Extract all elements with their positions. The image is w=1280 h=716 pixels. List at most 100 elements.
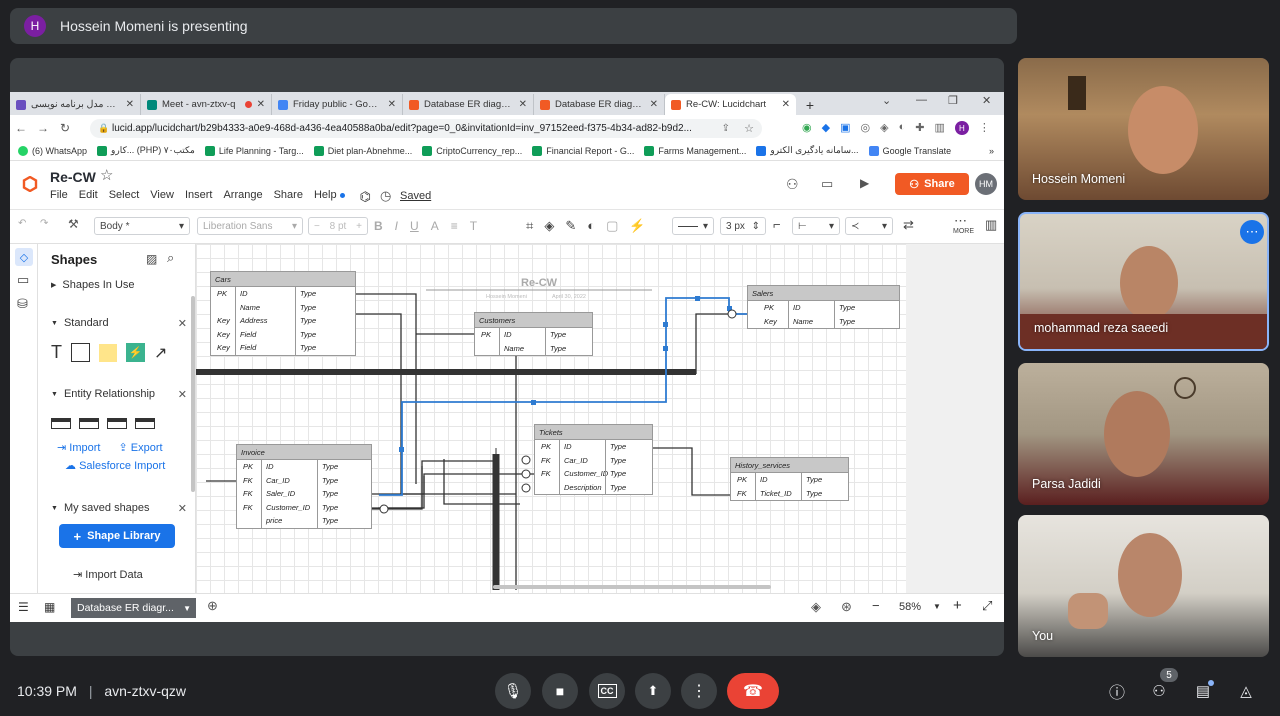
profile-avatar[interactable]: H xyxy=(954,121,969,135)
more-bookmarks-icon[interactable]: » xyxy=(989,146,994,156)
participant-tile-mohammad[interactable]: ⋯ mohammad reza saeedi xyxy=(1018,212,1269,351)
people-button[interactable]: ⚇ xyxy=(1148,680,1170,702)
user-avatar[interactable]: HM xyxy=(975,173,997,195)
saved-status[interactable]: Saved xyxy=(400,190,431,202)
text-options-icon[interactable]: T xyxy=(470,219,477,233)
sidepanel-icon[interactable]: ▥ xyxy=(934,121,944,135)
line-shape-icon[interactable]: ⌐ xyxy=(773,217,781,232)
font-size-stepper[interactable]: −8 pt + xyxy=(308,217,368,235)
close-icon[interactable]: ✕ xyxy=(782,99,790,110)
browser-tab-er-1[interactable]: Database ER diagram ✕ xyxy=(403,94,534,115)
entity-history-services[interactable]: History_services PK ID Type FK Ticket_ID Typ… xyxy=(730,457,849,502)
extension-icon[interactable]: ▣ xyxy=(840,121,850,135)
italic-icon[interactable]: I xyxy=(395,219,398,233)
share-page-icon[interactable]: ⇪ xyxy=(722,123,730,134)
rectangle-shape-icon[interactable] xyxy=(71,343,90,362)
bold-icon[interactable]: B xyxy=(374,219,383,233)
arrow-line-icon[interactable]: ↗ xyxy=(154,343,167,363)
data-icon[interactable]: ⛁ xyxy=(17,296,28,312)
collaborators-icon[interactable]: ⚇ xyxy=(786,176,799,193)
bookmark-item[interactable]: Financial Report - G... xyxy=(532,145,634,156)
participant-tile-you[interactable]: You xyxy=(1018,515,1269,657)
shadow-icon[interactable]: ▢ xyxy=(606,218,618,234)
swap-icon[interactable]: ⇄ xyxy=(903,217,914,233)
text-style-select[interactable]: Body * ▾ xyxy=(94,217,190,235)
bookmark-star-icon[interactable]: ☆ xyxy=(744,122,754,135)
crop-icon[interactable]: ⌗ xyxy=(526,218,533,234)
lucid-logo-icon[interactable] xyxy=(22,176,38,192)
import-link[interactable]: ⇥ Import xyxy=(57,441,100,454)
text-shape-icon[interactable]: T xyxy=(51,342,62,363)
browser-tab-er-2[interactable]: Database ER diagram ✕ xyxy=(534,94,665,115)
microphone-button[interactable]: 🎙 xyxy=(495,673,531,709)
er-entity-shape-icon[interactable] xyxy=(135,418,155,429)
underline-icon[interactable]: U xyxy=(410,219,419,233)
line-start-select[interactable]: ⊢ ▾ xyxy=(792,217,840,235)
zoom-in-icon[interactable]: + xyxy=(953,597,962,614)
navigate-icon[interactable]: ⊛ xyxy=(841,599,852,615)
line-style-select[interactable]: ▾ xyxy=(672,217,714,235)
standard-section[interactable]: ▼ Standard xyxy=(51,317,109,329)
import-data-button[interactable]: ⇥ Import Data xyxy=(73,568,143,581)
shape-library-button[interactable]: + Shape Library xyxy=(59,524,175,548)
present-now-button[interactable]: ⬆ xyxy=(635,673,671,709)
star-icon[interactable]: ☆ xyxy=(100,166,113,184)
menu-share[interactable]: Share xyxy=(274,189,303,205)
meeting-details-button[interactable]: ⓘ xyxy=(1106,680,1128,702)
back-icon[interactable]: ← xyxy=(10,121,32,135)
entity-tickets[interactable]: Tickets PK ID Type FK Car_ID Type FK Customer… xyxy=(534,424,653,496)
pages-icon[interactable]: ▭ xyxy=(17,272,29,288)
close-icon[interactable]: ✕ xyxy=(178,388,187,401)
canvas-horizontal-scrollbar[interactable] xyxy=(493,585,771,589)
line-width-select[interactable]: 3 px ⇕ xyxy=(720,217,766,235)
diagram-subtitle-author[interactable]: Hossein Momeni xyxy=(486,294,527,300)
page-grid-icon[interactable]: ▦ xyxy=(44,600,55,614)
captions-button[interactable]: CC xyxy=(589,673,625,709)
panel-scrollbar[interactable] xyxy=(191,296,195,492)
bookmark-item[interactable]: Farms Management... xyxy=(644,145,746,156)
bookmark-item[interactable]: Google Translate xyxy=(868,145,951,156)
feature-find-icon[interactable]: ⌬ xyxy=(360,189,371,205)
opacity-icon[interactable]: ◐ xyxy=(587,218,595,234)
activities-button[interactable]: ◬ xyxy=(1235,680,1257,702)
bookmark-item[interactable]: Life Planning - Targ... xyxy=(204,145,304,156)
menu-arrange[interactable]: Arrange xyxy=(223,189,262,205)
restore-icon[interactable]: ❐ xyxy=(948,94,958,107)
line-color-icon[interactable]: ✎ xyxy=(565,218,576,234)
close-icon[interactable]: ✕ xyxy=(126,99,134,110)
reload-icon[interactable]: ↻ xyxy=(54,121,76,135)
extension-icon[interactable]: ◐ xyxy=(899,121,906,135)
tab-search-icon[interactable]: ⌄ xyxy=(882,94,891,107)
url-field[interactable]: 🔒 lucid.app/lucidchart/b29b4333-a0e9-468… xyxy=(90,119,762,138)
kebab-menu-icon[interactable]: ⋮ xyxy=(979,121,990,135)
text-color-icon[interactable]: A xyxy=(431,219,439,233)
browser-tab-friday[interactable]: Friday public - Google ✕ xyxy=(272,94,403,115)
bookmark-item[interactable]: کارو... (PHP) مکتب۷۰ xyxy=(97,145,195,156)
extension-icon[interactable]: ◆ xyxy=(822,121,830,135)
puzzle-icon[interactable]: ✚ xyxy=(915,121,924,135)
entity-cars[interactable]: Cars PK ID Type Name Type Key Address Type Ke… xyxy=(210,271,356,356)
participant-tile-hossein[interactable]: Hossein Momeni xyxy=(1018,58,1269,200)
action-shape-icon[interactable]: ⚡ xyxy=(126,343,145,362)
window-close-icon[interactable]: ✕ xyxy=(982,94,991,107)
bookmark-item[interactable]: CriptoCurrency_rep... xyxy=(422,145,522,156)
sticky-note-icon[interactable] xyxy=(99,343,117,362)
extension-icon[interactable]: ◎ xyxy=(860,121,870,135)
er-entity-shape-icon[interactable] xyxy=(107,418,127,429)
close-icon[interactable]: ✕ xyxy=(388,99,396,110)
image-icon[interactable]: ▨ xyxy=(146,252,157,266)
menu-file[interactable]: File xyxy=(50,189,68,205)
menu-select[interactable]: Select xyxy=(109,189,140,205)
extension-icon[interactable]: ◉ xyxy=(802,121,812,135)
format-painter-icon[interactable]: ⚒ xyxy=(68,217,79,231)
browser-tab-mvc[interactable]: مدل برنامه نویسی MVC ✕ xyxy=(10,94,141,115)
entity-relationship-section[interactable]: ▼ Entity Relationship xyxy=(51,388,155,400)
present-icon[interactable]: ▶ xyxy=(860,176,869,190)
er-entity-shape-icon[interactable] xyxy=(79,418,99,429)
line-end-select[interactable]: ≺ ▾ xyxy=(845,217,893,235)
menu-insert[interactable]: Insert xyxy=(185,189,213,205)
close-icon[interactable]: ✕ xyxy=(257,99,265,110)
minimize-icon[interactable]: — xyxy=(916,94,927,106)
shapes-tab-icon[interactable]: ◇ xyxy=(15,248,33,266)
menu-view[interactable]: View xyxy=(150,189,174,205)
